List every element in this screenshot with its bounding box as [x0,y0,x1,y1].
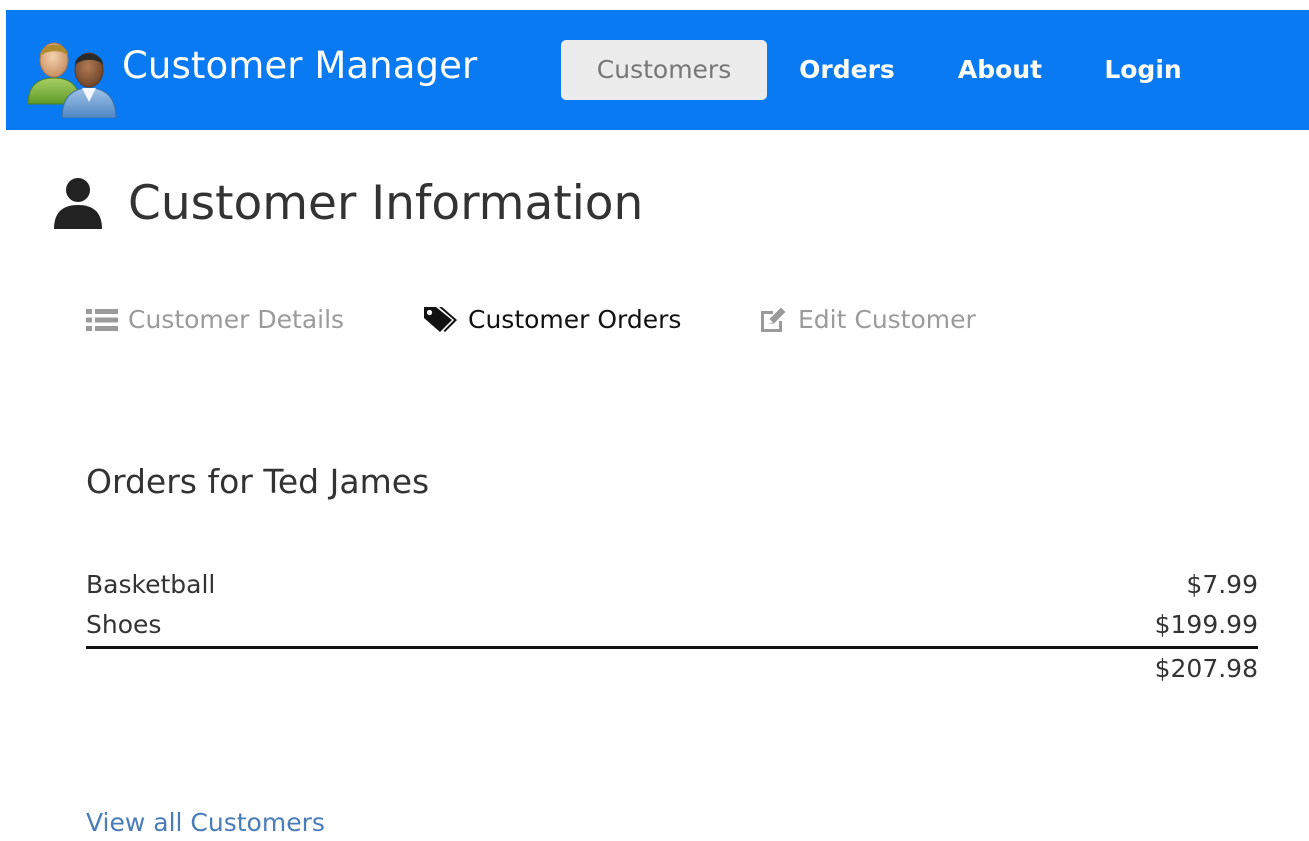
tags-icon [424,307,457,332]
orders-heading: Orders for Ted James [86,462,430,501]
brand[interactable]: Customer Manager [26,32,477,118]
order-total: $207.98 [1154,654,1258,683]
nav-about[interactable]: About [939,40,1061,100]
order-price: $199.99 [1154,610,1258,639]
page-header: Customer Information [52,168,643,238]
nav-customers[interactable]: Customers [561,40,767,100]
view-all-customers-link[interactable]: View all Customers [86,808,325,837]
navbar: Customer Manager Customers Orders About … [6,10,1309,130]
total-row: $207.98 [86,649,1258,689]
customers-logo-icon [27,42,117,118]
page-title: Customer Information [128,175,644,231]
order-product: Basketball [86,570,216,599]
nav-orders[interactable]: Orders [782,40,912,100]
tab-customer-orders-label: Customer Orders [468,305,682,334]
nav-login[interactable]: Login [1088,40,1198,100]
order-price: $7.99 [1186,570,1258,599]
tab-edit-customer-label: Edit Customer [798,305,976,334]
tab-edit-customer[interactable]: Edit Customer [758,295,976,345]
edit-icon [761,307,786,332]
table-row: Shoes $199.99 [86,606,1258,646]
tab-customer-orders[interactable]: Customer Orders [422,295,681,345]
order-product: Shoes [86,610,162,639]
tab-customer-details[interactable]: Customer Details [86,295,344,345]
list-icon [86,309,118,331]
orders-table: Basketball $7.99 Shoes $199.99 $207.98 [86,566,1258,689]
brand-title: Customer Manager [122,44,478,87]
user-icon [54,178,102,229]
tab-customer-details-label: Customer Details [128,305,345,334]
table-row: Basketball $7.99 [86,566,1258,606]
